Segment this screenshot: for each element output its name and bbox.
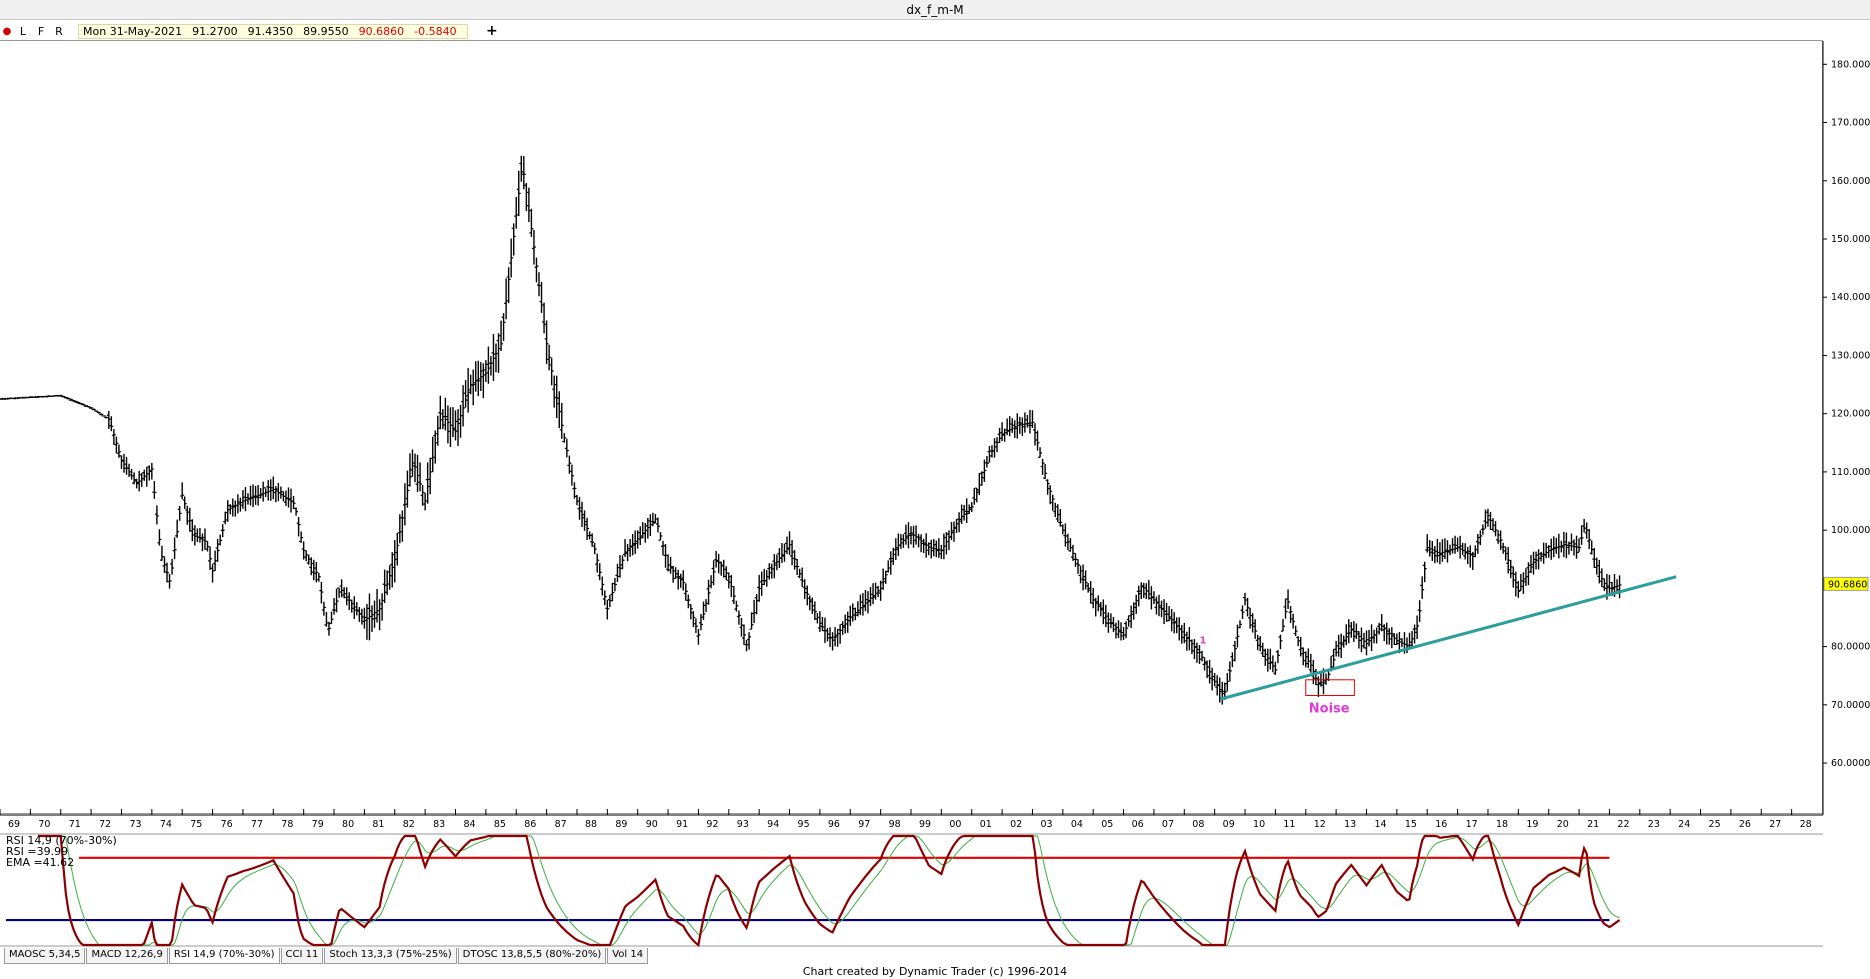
time-tick-label: 08 bbox=[1192, 819, 1204, 830]
time-tick-label: 79 bbox=[312, 819, 324, 830]
price-tick-label: 170.0000 bbox=[1831, 118, 1870, 129]
tab-dtosc[interactable]: DTOSC 13,8,5,5 (80%-20%) bbox=[457, 948, 607, 964]
price-tick-label: 100.0000 bbox=[1831, 525, 1870, 536]
time-tick-label: 16 bbox=[1435, 819, 1447, 830]
tab-vol[interactable]: Vol 14 bbox=[607, 948, 649, 964]
wave-marker-label: 1 bbox=[1199, 636, 1206, 647]
time-tick-label: 28 bbox=[1800, 819, 1812, 830]
time-tick-label: 91 bbox=[676, 819, 688, 830]
price-tick-label: 130.0000 bbox=[1831, 350, 1870, 361]
trendline bbox=[1220, 575, 1677, 701]
time-tick-label: 76 bbox=[221, 819, 233, 830]
time-tick-label: 27 bbox=[1769, 819, 1781, 830]
ema-line bbox=[38, 835, 1620, 946]
chart-overlays: Noise 1 bbox=[1199, 575, 1677, 717]
time-tick-label: 23 bbox=[1648, 819, 1660, 830]
time-tick-label: 11 bbox=[1283, 819, 1295, 830]
time-tick-label: 04 bbox=[1071, 819, 1083, 830]
price-tick-label: 140.0000 bbox=[1831, 292, 1870, 303]
tab-macd[interactable]: MACD 12,26,9 bbox=[86, 948, 168, 964]
time-axis: 69 70 71 72 73 74 75 76 77 78 79 80 81 82 83 84 85 86 87 88… bbox=[0, 809, 1823, 830]
time-tick-label: 12 bbox=[1314, 819, 1326, 830]
time-tick-label: 06 bbox=[1132, 819, 1144, 830]
time-tick-label: 15 bbox=[1405, 819, 1417, 830]
price-bars bbox=[0, 155, 1622, 705]
price-tick-label: 120.0000 bbox=[1831, 409, 1870, 420]
price-tick-label: 60.0000 bbox=[1831, 758, 1870, 769]
price-tick-label: 150.0000 bbox=[1831, 234, 1870, 245]
time-tick-label: 18 bbox=[1496, 819, 1508, 830]
time-tick-label: 10 bbox=[1253, 819, 1265, 830]
time-tick-label: 00 bbox=[949, 819, 961, 830]
time-tick-label: 17 bbox=[1466, 819, 1478, 830]
time-tick-label: 20 bbox=[1557, 819, 1569, 830]
time-tick-label: 98 bbox=[889, 819, 901, 830]
time-tick-label: 07 bbox=[1162, 819, 1174, 830]
time-tick-label: 96 bbox=[828, 819, 840, 830]
noise-label: Noise bbox=[1309, 702, 1350, 717]
time-tick-label: 99 bbox=[919, 819, 931, 830]
time-tick-label: 22 bbox=[1617, 819, 1629, 830]
time-tick-label: 25 bbox=[1709, 819, 1721, 830]
time-tick-label: 90 bbox=[646, 819, 658, 830]
time-tick-label: 93 bbox=[737, 819, 749, 830]
time-tick-label: 78 bbox=[281, 819, 293, 830]
time-tick-label: 14 bbox=[1375, 819, 1387, 830]
time-tick-label: 24 bbox=[1678, 819, 1690, 830]
chart-window: dx_f_m-M ● L F R Mon 31-May-2021 91.2700… bbox=[0, 0, 1870, 979]
time-tick-label: 75 bbox=[190, 819, 202, 830]
time-tick-label: 70 bbox=[38, 819, 50, 830]
time-tick-label: 73 bbox=[129, 819, 141, 830]
time-tick-label: 84 bbox=[464, 819, 476, 830]
time-tick-label: 21 bbox=[1587, 819, 1599, 830]
last-price-label: 90.6860 bbox=[1828, 579, 1867, 590]
time-tick-label: 05 bbox=[1101, 819, 1113, 830]
price-tick-label: 180.0000 bbox=[1831, 59, 1870, 70]
time-tick-label: 80 bbox=[342, 819, 354, 830]
rsi-legend-label: EMA =41.62 bbox=[6, 856, 74, 869]
tab-maosc[interactable]: MAOSC 5,34,5 bbox=[4, 948, 86, 964]
price-chart[interactable]: 180.0000170.0000160.0000150.0000140.0000… bbox=[0, 0, 1870, 948]
time-tick-label: 89 bbox=[615, 819, 627, 830]
time-tick-label: 19 bbox=[1526, 819, 1538, 830]
tab-stoch[interactable]: Stoch 13,3,3 (75%-25%) bbox=[324, 948, 457, 964]
time-tick-label: 85 bbox=[494, 819, 506, 830]
time-tick-label: 09 bbox=[1223, 819, 1235, 830]
time-tick-label: 77 bbox=[251, 819, 263, 830]
time-tick-label: 74 bbox=[160, 819, 172, 830]
time-tick-label: 94 bbox=[767, 819, 779, 830]
tab-rsi[interactable]: RSI 14,9 (70%-30%) bbox=[168, 948, 280, 964]
time-tick-label: 87 bbox=[555, 819, 567, 830]
time-tick-label: 97 bbox=[858, 819, 870, 830]
price-tick-label: 110.0000 bbox=[1831, 467, 1870, 478]
time-tick-label: 01 bbox=[980, 819, 992, 830]
time-tick-label: 72 bbox=[99, 819, 111, 830]
time-tick-label: 13 bbox=[1344, 819, 1356, 830]
price-tick-label: 160.0000 bbox=[1831, 176, 1870, 187]
time-tick-label: 92 bbox=[706, 819, 718, 830]
time-tick-label: 81 bbox=[372, 819, 384, 830]
time-tick-label: 82 bbox=[403, 819, 415, 830]
price-axis: 180.0000 170.0000 160.0000 150.0000 140.0000… bbox=[1822, 41, 1870, 815]
price-tick-label: 80.0000 bbox=[1831, 642, 1870, 653]
time-tick-label: 69 bbox=[8, 819, 20, 830]
time-tick-label: 26 bbox=[1739, 819, 1751, 830]
tab-cci[interactable]: CCI 11 bbox=[280, 948, 324, 964]
rsi-line bbox=[38, 834, 1621, 947]
time-tick-label: 03 bbox=[1040, 819, 1052, 830]
price-tick-label: 70.0000 bbox=[1831, 700, 1870, 711]
rsi-panel: RSI 14,9 (70%-30%)RSI =39.99EMA =41.62 bbox=[0, 833, 1823, 947]
time-tick-label: 83 bbox=[433, 819, 445, 830]
footer-credit: Chart created by Dynamic Trader (c) 1996… bbox=[802, 965, 1068, 978]
indicator-tabs: MAOSC 5,34,5 MACD 12,26,9 RSI 14,9 (70%-… bbox=[4, 948, 649, 964]
time-tick-label: 88 bbox=[585, 819, 597, 830]
time-tick-label: 86 bbox=[524, 819, 536, 830]
time-tick-label: 02 bbox=[1010, 819, 1022, 830]
time-tick-label: 71 bbox=[69, 819, 81, 830]
time-tick-label: 95 bbox=[798, 819, 810, 830]
